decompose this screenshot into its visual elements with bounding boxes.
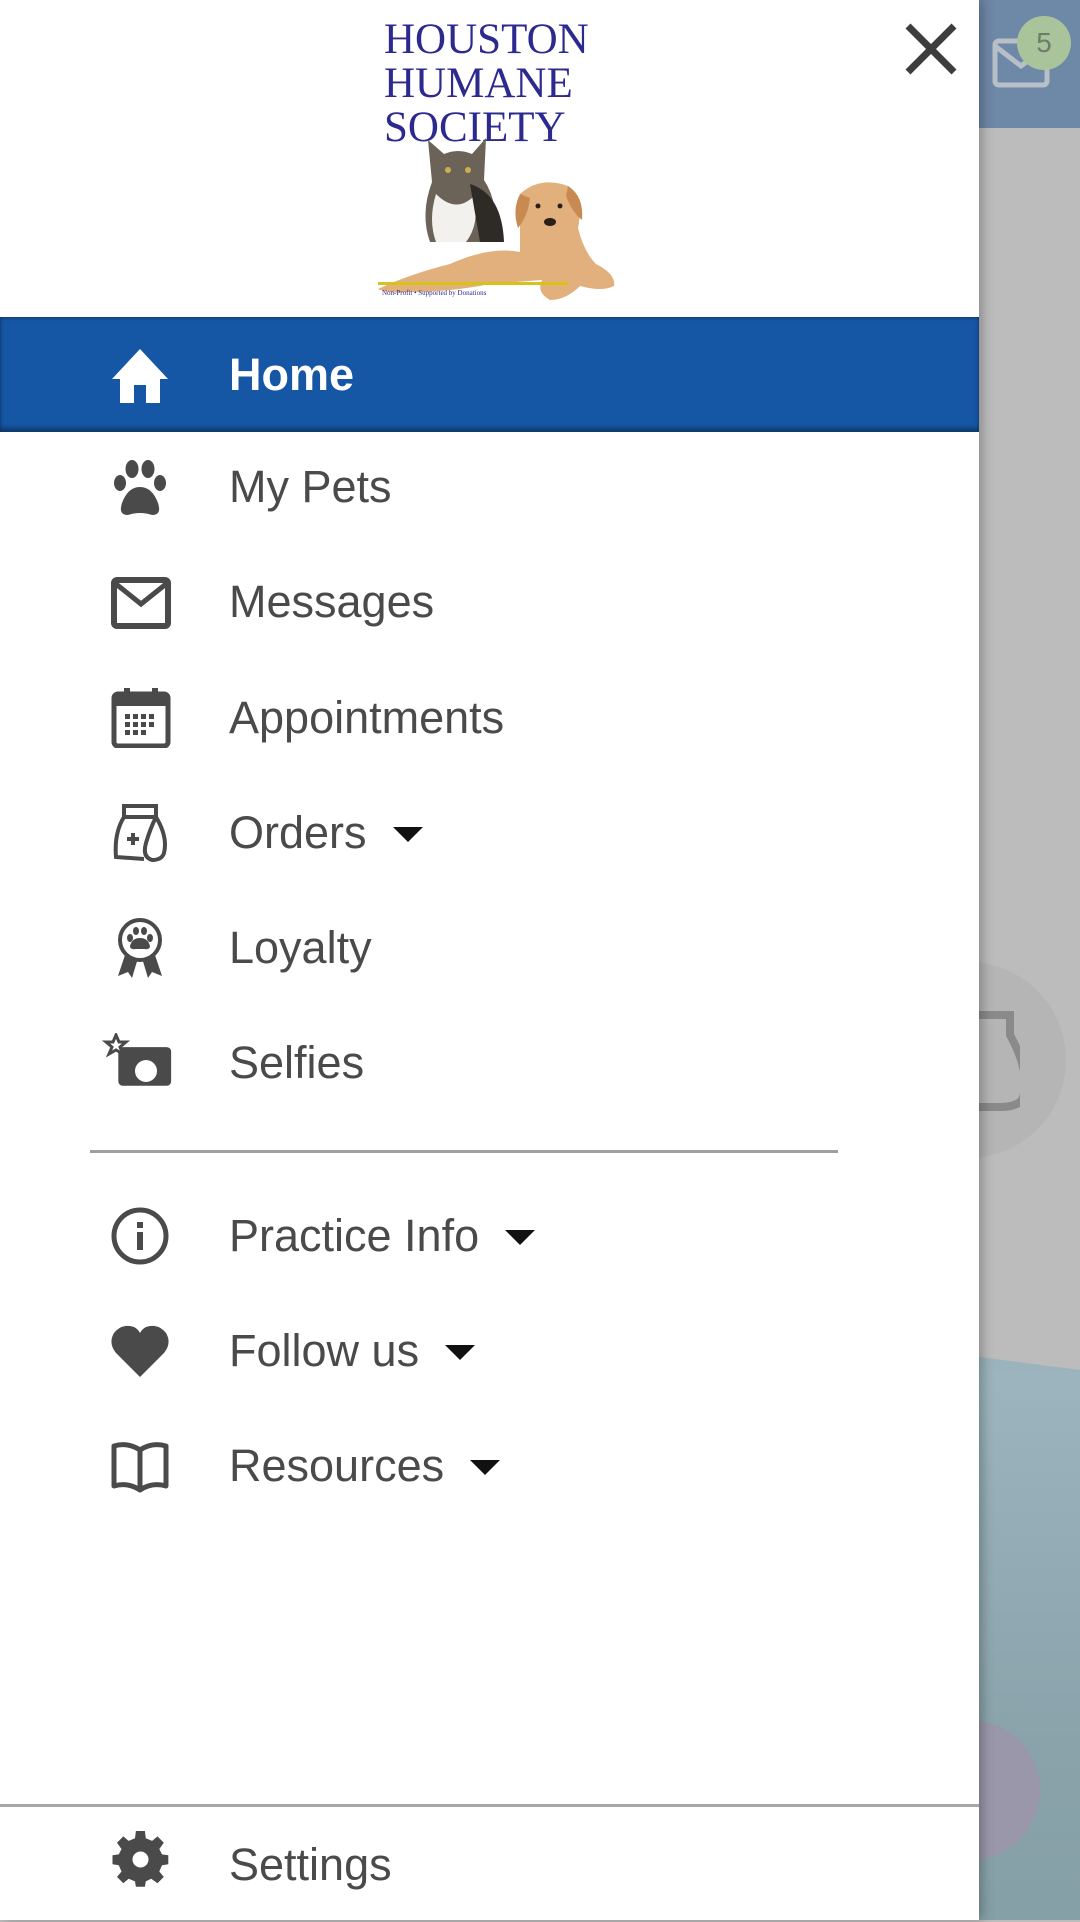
menu-item-settings[interactable]: Settings — [0, 1807, 979, 1922]
menu-item-label: My Pets — [229, 461, 392, 512]
menu-item-resources[interactable]: Resources — [0, 1408, 979, 1523]
menu-item-label: Selfies — [229, 1037, 365, 1088]
menu-item-label: Messages — [229, 576, 435, 627]
menu-item-label: Resources — [229, 1408, 501, 1523]
camera-star-icon — [101, 1033, 172, 1086]
book-icon — [111, 1442, 169, 1493]
dropdown-caret-icon — [470, 1459, 501, 1475]
menu-item-messages[interactable]: Messages — [0, 544, 979, 659]
food-bag-icon — [113, 804, 167, 863]
menu-item-follow-us[interactable]: Follow us — [0, 1293, 979, 1408]
close-drawer-button[interactable] — [900, 18, 962, 80]
menu-item-home[interactable]: Home — [0, 317, 979, 432]
houston-humane-society-logo: HOUSTON HUMANE SOCIETY Non-Profit • Supp… — [370, 12, 620, 304]
menu-item-label: Settings — [229, 1839, 392, 1890]
paw-icon — [114, 460, 166, 515]
logo-text-line2: HUMANE — [384, 60, 573, 107]
menu-item-label: Appointments — [229, 692, 505, 743]
close-icon — [905, 23, 957, 75]
menu-item-loyalty[interactable]: Loyalty — [0, 890, 979, 1005]
info-icon — [111, 1207, 169, 1265]
logo-text-line1: HOUSTON — [384, 16, 589, 63]
dropdown-caret-icon — [505, 1229, 536, 1245]
dropdown-caret-icon — [445, 1344, 476, 1360]
home-icon — [112, 349, 168, 403]
dropdown-caret-icon — [392, 826, 423, 842]
menu-divider — [90, 1150, 838, 1153]
paw-ribbon-icon — [118, 918, 162, 978]
calendar-icon — [111, 688, 171, 748]
envelope-icon — [111, 577, 171, 629]
menu-item-text: Practice Info — [229, 1210, 480, 1261]
menu-item-my-pets[interactable]: My Pets — [0, 429, 979, 544]
gear-icon — [112, 1831, 169, 1887]
menu-item-label: Home — [229, 349, 355, 400]
cat-and-dog-image — [378, 138, 615, 300]
heart-icon — [111, 1325, 169, 1377]
messages-badge: 5 — [1017, 16, 1071, 70]
navigation-drawer: HOUSTON HUMANE SOCIETY Non-Profit • Supp… — [0, 0, 979, 1920]
menu-item-selfies[interactable]: Selfies — [0, 1005, 979, 1120]
menu-item-text: Resources — [229, 1440, 445, 1491]
menu-item-label: Orders — [229, 775, 423, 890]
menu-item-practice-info[interactable]: Practice Info — [0, 1178, 979, 1293]
menu-item-text: Follow us — [229, 1325, 420, 1376]
logo-tagline: Non-Profit • Supported by Donations — [382, 289, 487, 297]
menu-item-label: Loyalty — [229, 922, 372, 973]
menu-item-label: Practice Info — [229, 1178, 536, 1293]
menu-item-appointments[interactable]: Appointments — [0, 660, 979, 775]
menu-item-label: Follow us — [229, 1293, 476, 1408]
menu-item-orders[interactable]: Orders — [0, 775, 979, 890]
menu-item-text: Orders — [229, 807, 367, 858]
